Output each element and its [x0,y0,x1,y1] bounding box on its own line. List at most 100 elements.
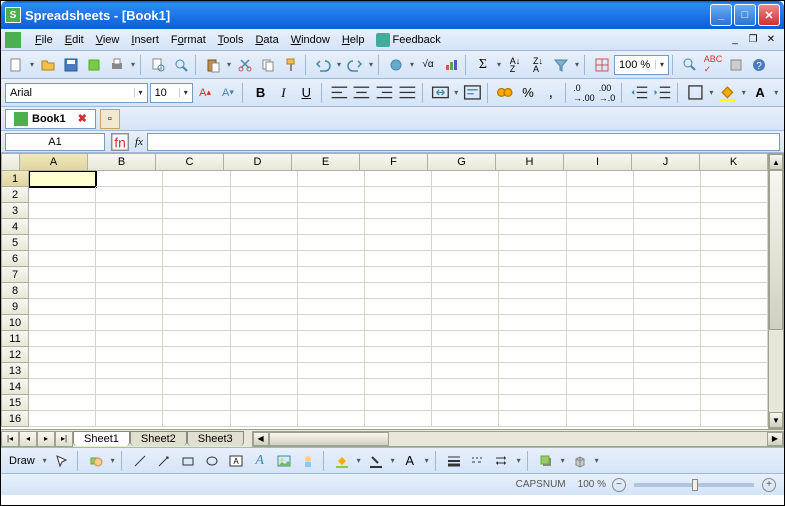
formula-icon[interactable]: √α [417,54,439,76]
new-dropdown[interactable]: ▾ [28,60,36,69]
align-left-icon[interactable] [329,82,350,104]
row-header-12[interactable]: 12 [1,347,29,363]
fill-color-icon[interactable] [717,82,738,104]
copy-icon[interactable] [257,54,279,76]
cell-I1[interactable] [567,171,634,187]
print-preview-icon[interactable] [147,54,169,76]
cell-D5[interactable] [231,235,298,251]
menu-help[interactable]: Help [336,32,371,48]
menu-file[interactable]: File [29,32,59,48]
cell-K12[interactable] [701,347,768,363]
cell-G8[interactable] [432,283,499,299]
cell-E3[interactable] [298,203,365,219]
col-header-H[interactable]: H [496,153,564,171]
prev-sheet-icon[interactable]: ◂ [19,431,37,447]
cell-E8[interactable] [298,283,365,299]
cell-J3[interactable] [634,203,701,219]
textbox-icon[interactable]: A [225,450,247,472]
scroll-down-icon[interactable]: ▼ [769,412,783,428]
cell-F12[interactable] [365,347,432,363]
menu-data[interactable]: Data [249,32,284,48]
3d-icon[interactable] [569,450,591,472]
print-dropdown[interactable]: ▾ [129,60,137,69]
close-button[interactable]: ✕ [758,4,780,26]
cell-I3[interactable] [567,203,634,219]
cell-C15[interactable] [163,395,230,411]
cell-B4[interactable] [96,219,163,235]
text-color-draw-dropdown[interactable]: ▾ [423,456,431,465]
next-sheet-icon[interactable]: ▸ [37,431,55,447]
zoom-slider-thumb[interactable] [692,479,698,491]
cell-K16[interactable] [701,411,768,427]
cell-H1[interactable] [499,171,566,187]
row-header-9[interactable]: 9 [1,299,29,315]
line-weight-icon[interactable] [443,450,465,472]
cell-K1[interactable] [701,171,768,187]
cell-D15[interactable] [231,395,298,411]
cell-G2[interactable] [432,187,499,203]
cell-G6[interactable] [432,251,499,267]
cell-G7[interactable] [432,267,499,283]
cell-A6[interactable] [29,251,96,267]
autosum-icon[interactable]: Σ [472,54,494,76]
mdi-minimize[interactable]: _ [728,33,742,47]
first-sheet-icon[interactable]: |◂ [1,431,19,447]
minimize-button[interactable]: _ [710,4,732,26]
filter-dropdown[interactable]: ▾ [573,60,581,69]
cell-J5[interactable] [634,235,701,251]
cell-B13[interactable] [96,363,163,379]
cell-E6[interactable] [298,251,365,267]
row-header-1[interactable]: 1 [1,171,29,187]
cell-G4[interactable] [432,219,499,235]
underline-button[interactable]: U [296,82,317,104]
functions-icon[interactable]: fn [109,131,131,153]
zoom-out-button[interactable]: − [612,478,626,492]
borders-dropdown[interactable]: ▾ [708,88,716,97]
cell-G10[interactable] [432,315,499,331]
cell-E7[interactable] [298,267,365,283]
cell-E9[interactable] [298,299,365,315]
increase-font-icon[interactable]: A▴ [195,82,216,104]
cell-B15[interactable] [96,395,163,411]
cell-H11[interactable] [499,331,566,347]
cell-A11[interactable] [29,331,96,347]
help-icon[interactable]: ? [748,54,770,76]
cell-F9[interactable] [365,299,432,315]
mdi-restore[interactable]: ❐ [746,33,760,47]
arrow-style-icon[interactable] [491,450,513,472]
cell-A5[interactable] [29,235,96,251]
cell-G11[interactable] [432,331,499,347]
menu-format[interactable]: Format [165,32,212,48]
cell-C12[interactable] [163,347,230,363]
row-header-6[interactable]: 6 [1,251,29,267]
paste-icon[interactable] [202,54,224,76]
cell-A2[interactable] [29,187,96,203]
cell-C10[interactable] [163,315,230,331]
cell-C7[interactable] [163,267,230,283]
cell-D6[interactable] [231,251,298,267]
merge-cells-icon[interactable] [430,82,451,104]
vertical-scrollbar[interactable]: ▲ ▼ [768,153,784,429]
align-justify-icon[interactable] [397,82,418,104]
cell-I7[interactable] [567,267,634,283]
cell-K8[interactable] [701,283,768,299]
clipart-icon[interactable] [297,450,319,472]
cell-A8[interactable] [29,283,96,299]
cell-I8[interactable] [567,283,634,299]
line-icon[interactable] [129,450,151,472]
cell-B2[interactable] [96,187,163,203]
cell-E15[interactable] [298,395,365,411]
comma-icon[interactable]: , [540,82,561,104]
cell-F2[interactable] [365,187,432,203]
cell-I9[interactable] [567,299,634,315]
cell-D12[interactable] [231,347,298,363]
sheet-tab-1[interactable]: Sheet1 [73,431,130,446]
document-tab[interactable]: Book1 ✖ [5,109,96,129]
decrease-indent-icon[interactable] [629,82,650,104]
cell-E12[interactable] [298,347,365,363]
cell-E11[interactable] [298,331,365,347]
hscroll-thumb[interactable] [269,432,389,446]
cell-E13[interactable] [298,363,365,379]
cell-B7[interactable] [96,267,163,283]
cell-K10[interactable] [701,315,768,331]
